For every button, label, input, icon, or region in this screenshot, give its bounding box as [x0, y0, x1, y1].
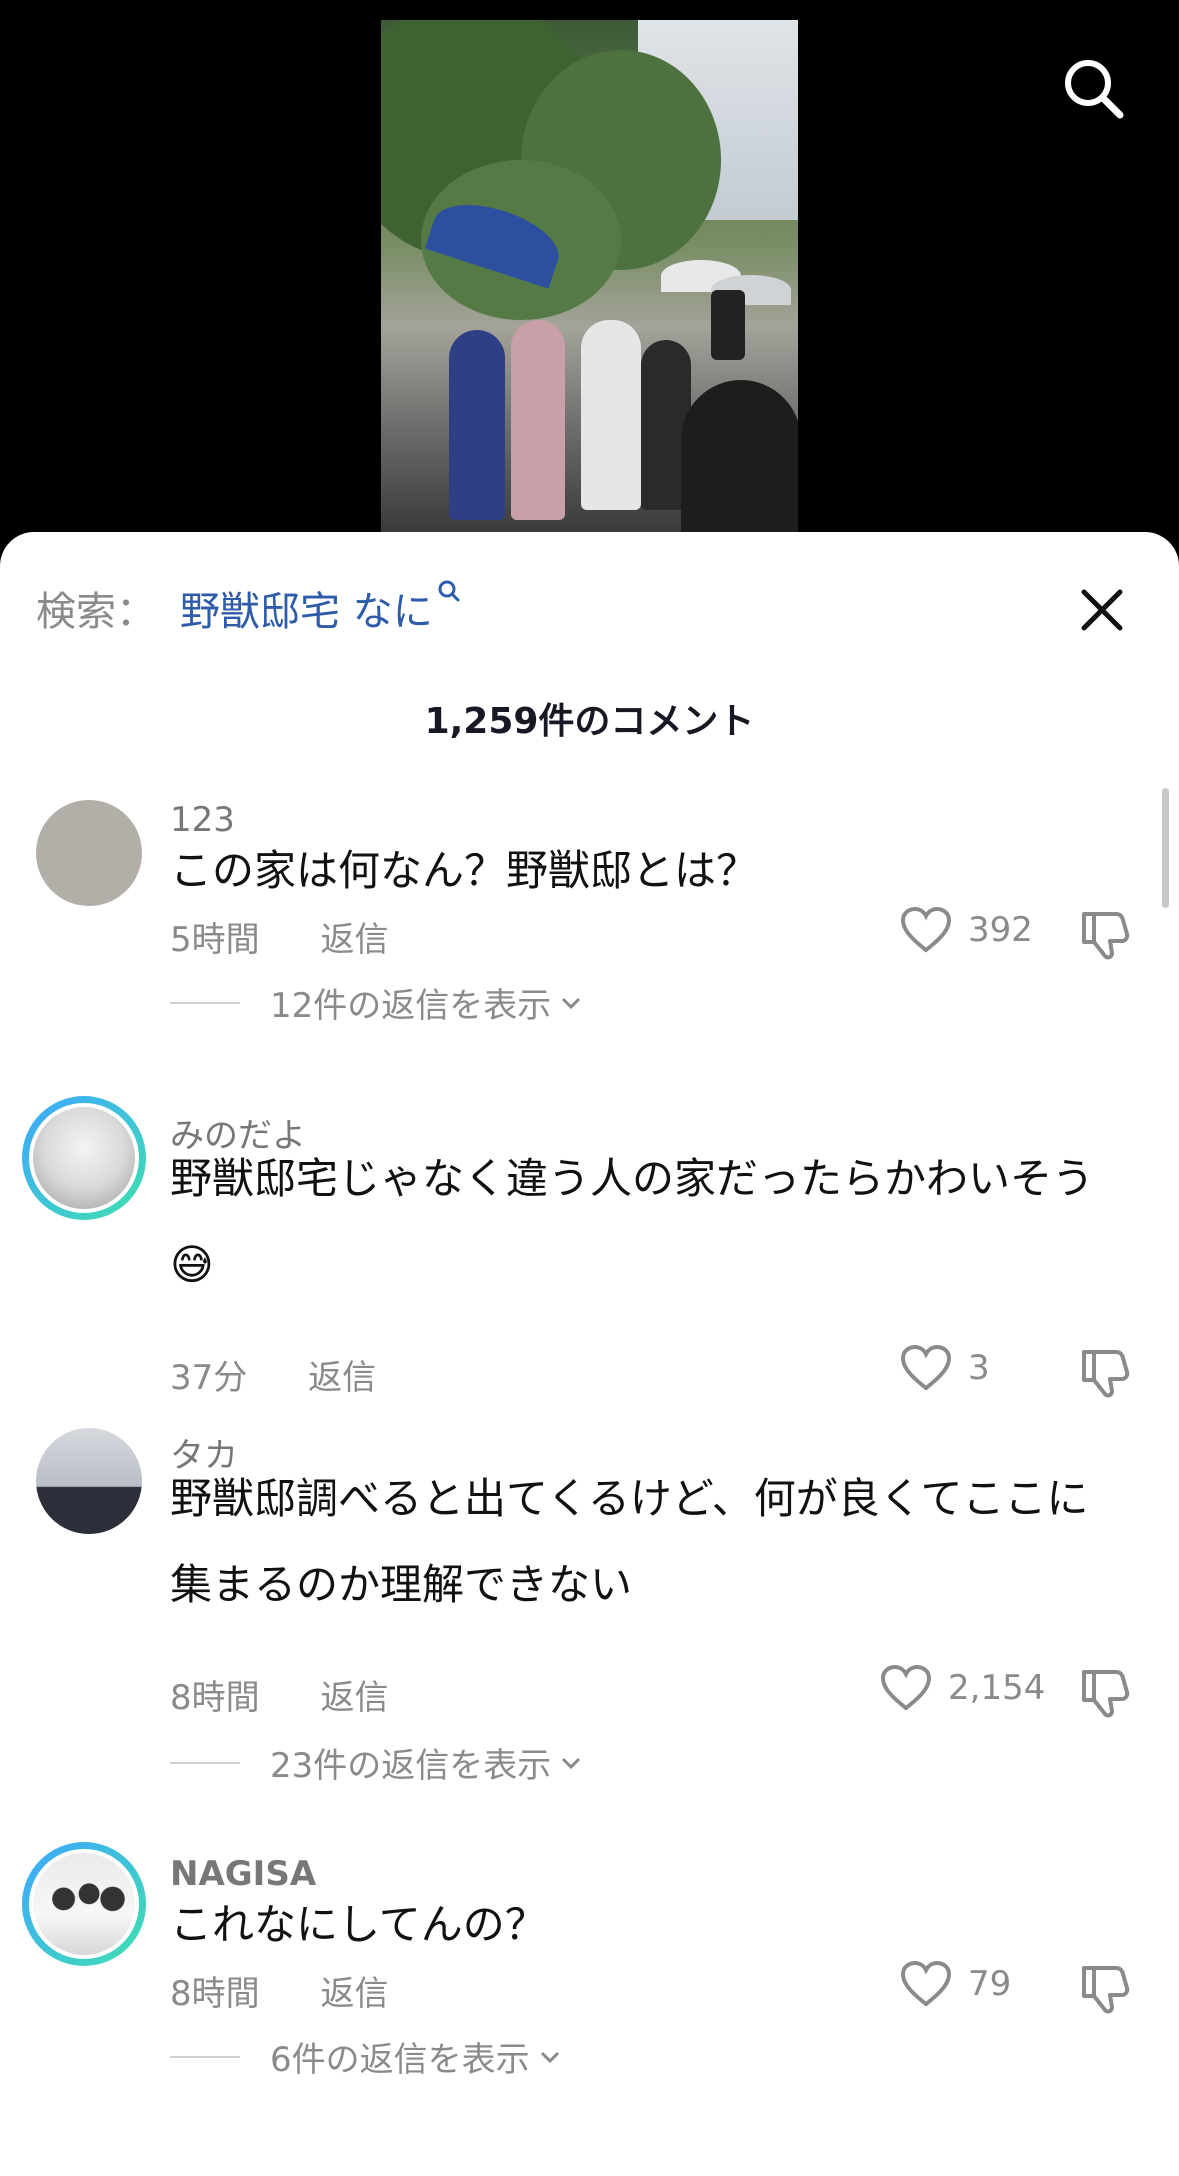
- chevron-down-icon: [562, 1757, 581, 1769]
- video-player[interactable]: [0, 0, 1179, 560]
- video-phone: [711, 290, 745, 360]
- like-count: 392: [968, 910, 1033, 950]
- chevron-down-icon: [540, 2051, 559, 2063]
- comments-sheet: 検索： 野獣邸宅 なに 1,259件のコメント 123 この家は何なん？野獣邸と…: [0, 532, 1179, 2176]
- scrollbar[interactable]: [1162, 788, 1169, 908]
- like-button[interactable]: 3: [900, 1344, 990, 1392]
- search-term-link[interactable]: 野獣邸宅 なに: [180, 579, 461, 637]
- like-button[interactable]: 2,154: [880, 1664, 1045, 1712]
- heart-icon: [900, 1960, 952, 2007]
- video-person: [449, 330, 505, 520]
- comment-time: 8時間: [170, 1678, 260, 1718]
- avatar-ring-gap: [29, 1103, 139, 1213]
- dislike-icon[interactable]: [1076, 1344, 1132, 1400]
- view-replies-label: 6件の返信を表示: [270, 2040, 530, 2080]
- reply-button[interactable]: 返信: [320, 920, 388, 960]
- like-button[interactable]: 392: [900, 906, 1033, 954]
- reply-button[interactable]: 返信: [308, 1358, 376, 1398]
- view-replies-button[interactable]: 23件の返信を表示: [170, 1738, 585, 1787]
- search-icon[interactable]: [1060, 55, 1126, 121]
- avatar[interactable]: [22, 1096, 146, 1220]
- view-replies-button[interactable]: 12件の返信を表示: [170, 978, 585, 1027]
- heart-icon: [900, 906, 952, 953]
- like-button[interactable]: 79: [900, 1960, 1011, 2008]
- divider: [170, 1001, 240, 1004]
- video-thumbnail[interactable]: [381, 20, 798, 532]
- avatar-image: [33, 1853, 135, 1955]
- comment-meta: 8時間 返信: [170, 1966, 438, 2015]
- comment-meta: 37分 返信: [170, 1350, 426, 1399]
- comment-text: この家は何なん？野獣邸とは？: [170, 846, 759, 895]
- like-count: 2,154: [948, 1668, 1046, 1708]
- search-icon: [438, 580, 460, 602]
- video-person: [581, 320, 641, 510]
- view-replies-label: 12件の返信を表示: [270, 986, 552, 1026]
- avatar[interactable]: [36, 1428, 142, 1534]
- search-term-text: 野獣邸宅 なに: [180, 589, 433, 635]
- divider: [170, 2055, 240, 2058]
- comment-meta: 5時間 返信: [170, 912, 438, 961]
- comment-time: 37分: [170, 1358, 248, 1398]
- comment-text: 野獣邸調べると出てくるけど、何が良くてここに集まるのか理解できない: [170, 1474, 1089, 1609]
- like-count: 79: [968, 1964, 1012, 2004]
- comment-time: 5時間: [170, 920, 260, 960]
- reply-button[interactable]: 返信: [320, 1974, 388, 2014]
- divider: [170, 1761, 240, 1764]
- search-suggestion[interactable]: 検索： 野獣邸宅 なに: [36, 576, 461, 640]
- avatar-image: [33, 1107, 135, 1209]
- dislike-icon[interactable]: [1076, 906, 1132, 962]
- comment-count: 1,259件のコメント: [424, 701, 755, 742]
- reply-button[interactable]: 返信: [320, 1678, 388, 1718]
- avatar[interactable]: [22, 1842, 146, 1966]
- video-person: [511, 320, 565, 520]
- avatar[interactable]: [36, 800, 142, 906]
- view-replies-label: 23件の返信を表示: [270, 1746, 552, 1786]
- heart-icon: [880, 1664, 932, 1711]
- chevron-down-icon: [562, 997, 581, 1009]
- heart-icon: [900, 1344, 952, 1391]
- video-person: [681, 380, 798, 532]
- dislike-icon[interactable]: [1076, 1664, 1132, 1720]
- comment-text: これなにしてんの？: [170, 1900, 547, 1949]
- search-label: 検索：: [36, 589, 156, 635]
- comment-text: 野獣邸宅じゃなく違う人の家だったらかわいそう😅: [170, 1154, 1095, 1289]
- view-replies-button[interactable]: 6件の返信を表示: [170, 2032, 564, 2081]
- comment-time: 8時間: [170, 1974, 260, 2014]
- dislike-icon[interactable]: [1076, 1960, 1132, 2016]
- close-icon[interactable]: [1072, 580, 1132, 640]
- comment-meta: 8時間 返信: [170, 1670, 438, 1719]
- avatar-ring-gap: [29, 1849, 139, 1959]
- like-count: 3: [968, 1348, 990, 1388]
